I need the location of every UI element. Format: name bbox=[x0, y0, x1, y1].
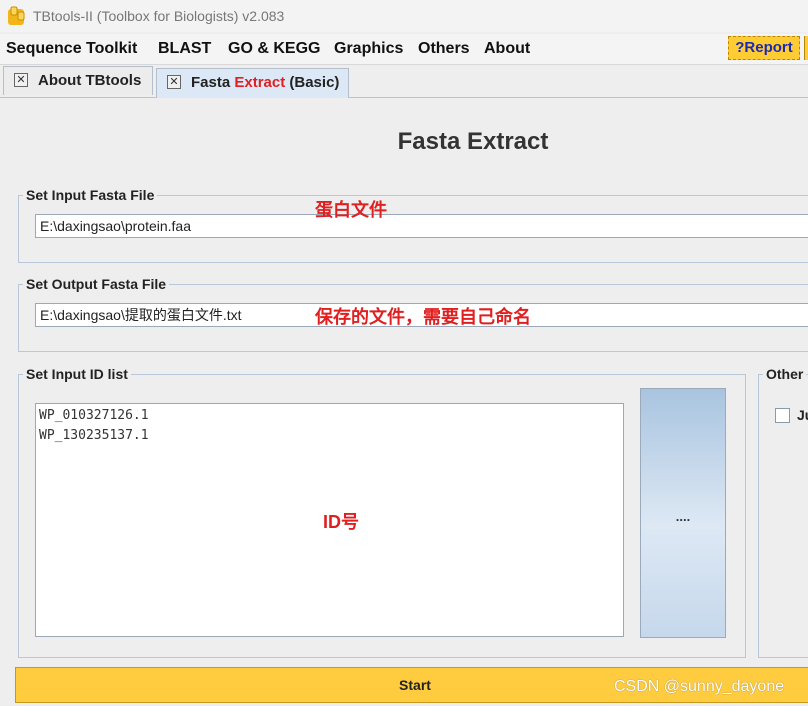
input-fasta-legend: Set Input Fasta File bbox=[26, 187, 155, 203]
option-checkbox[interactable] bbox=[775, 408, 790, 423]
other-legend: Other bbox=[766, 366, 804, 382]
report-button[interactable]: ?Report bbox=[728, 36, 800, 60]
option-checkbox-label: Ju bbox=[797, 407, 808, 423]
tab-label-suffix: (Basic) bbox=[285, 74, 340, 91]
close-icon[interactable]: ✕ bbox=[14, 73, 28, 87]
output-fasta-legend: Set Output Fasta File bbox=[26, 276, 167, 292]
menu-go-kegg[interactable]: GO & KEGG bbox=[228, 40, 320, 58]
report-button-edge bbox=[804, 36, 808, 60]
page-title: Fasta Extract bbox=[397, 128, 549, 155]
output-annotation: 保存的文件，需要自己命名 bbox=[315, 307, 531, 327]
close-icon[interactable]: ✕ bbox=[167, 75, 181, 89]
tab-fasta-extract[interactable]: ✕ Fasta Extract (Basic) bbox=[156, 68, 349, 98]
menu-sequence-toolkit[interactable]: Sequence Toolkit bbox=[6, 40, 137, 58]
id-list-legend: Set Input ID list bbox=[26, 366, 128, 382]
tab-about-tbtools[interactable]: ✕ About TBtools bbox=[3, 66, 153, 95]
id-annotation: ID号 bbox=[323, 512, 359, 532]
tab-label-highlight: Extract bbox=[234, 74, 286, 91]
browse-id-file-button[interactable]: .... bbox=[640, 388, 726, 638]
menu-others[interactable]: Others bbox=[418, 40, 470, 58]
menu-graphics[interactable]: Graphics bbox=[334, 40, 403, 58]
window-title: TBtools-II (Toolbox for Biologists) v2.0… bbox=[33, 8, 285, 24]
tab-label: About TBtools bbox=[38, 72, 142, 89]
tab-label-prefix: Fasta bbox=[191, 74, 235, 91]
tab-label: Fasta Extract (Basic) bbox=[191, 74, 339, 91]
id-line: WP_010327126.1 bbox=[39, 408, 149, 423]
input-annotation: 蛋白文件 bbox=[315, 200, 387, 220]
menu-blast[interactable]: BLAST bbox=[158, 40, 211, 58]
input-fasta-field[interactable]: E:\daxingsao\protein.faa bbox=[35, 214, 808, 238]
id-line: WP_130235137.1 bbox=[39, 428, 149, 443]
watermark: CSDN @sunny_dayone bbox=[614, 678, 785, 695]
tbtools-logo-icon bbox=[8, 6, 25, 25]
menu-bar: Sequence Toolkit BLAST GO & KEGG Graphic… bbox=[0, 34, 808, 65]
browse-button-label: .... bbox=[675, 509, 691, 524]
menu-about[interactable]: About bbox=[484, 40, 530, 58]
